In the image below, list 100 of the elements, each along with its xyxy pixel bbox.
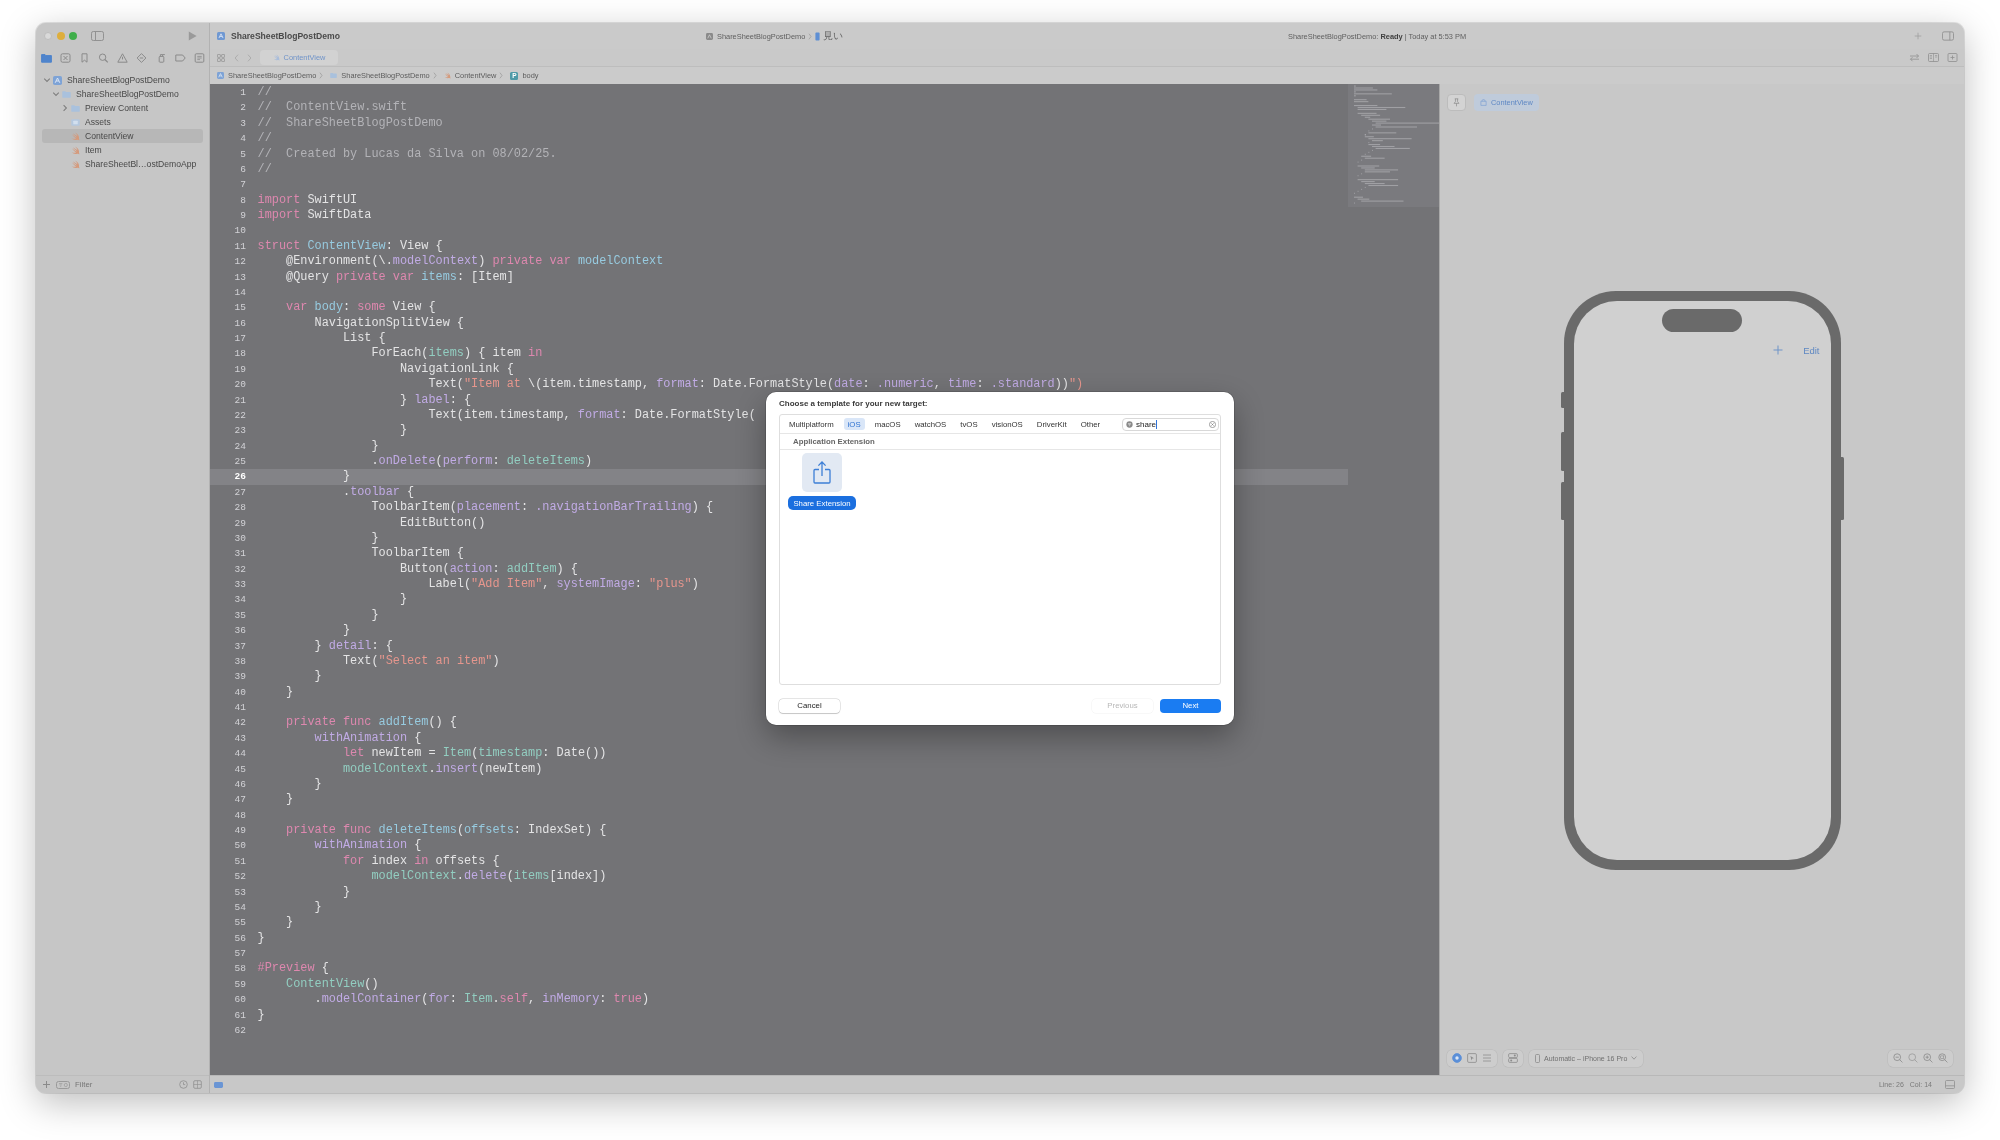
line-number: 36: [233, 624, 246, 639]
zoom-button[interactable]: [69, 32, 78, 40]
line-number: 11: [233, 239, 246, 254]
code-line: }: [257, 930, 265, 946]
code-line: private func deleteItems(offsets: IndexSet) {: [286, 823, 607, 839]
chevron-left-icon[interactable]: [234, 53, 239, 62]
line-number: 7: [239, 178, 246, 193]
minimize-button[interactable]: [56, 32, 65, 40]
code-line: Text("Item at \(item.timestamp, format: Date.FormatStyle(date: .numeric, time: .standard))"): [428, 377, 1084, 393]
line-number: 61: [233, 1008, 246, 1023]
line-number: 40: [233, 685, 246, 700]
disclosure-chevron-icon[interactable]: [43, 76, 51, 84]
tree-item[interactable]: Assets: [42, 115, 203, 129]
tree-item[interactable]: ShareSheetBlogPostDemo: [42, 73, 203, 87]
search-field[interactable]: share: [1122, 417, 1219, 431]
line-number: 18: [233, 347, 246, 362]
line-number: 3: [239, 116, 246, 131]
grid-square-icon[interactable]: [193, 1080, 202, 1089]
destination-button[interactable]: 見い: [815, 29, 844, 43]
line-number: 53: [233, 885, 246, 900]
code-line: modelContext.delete(items[index]): [371, 869, 607, 885]
code-line: }: [314, 776, 322, 793]
sidebar-icon[interactable]: [91, 31, 105, 41]
line-number: 58: [233, 962, 246, 977]
code-line: }: [371, 607, 379, 624]
code-line: //: [257, 85, 272, 101]
line-number: 54: [233, 900, 246, 915]
cursor-square-icon[interactable]: [1467, 1053, 1477, 1063]
code-line: withAnimation {: [314, 730, 422, 747]
pin-button[interactable]: [1447, 93, 1466, 111]
line-number: 33: [233, 578, 246, 592]
tree-item[interactable]: Preview Content: [42, 101, 203, 115]
tree-item[interactable]: ShareSheetBl…ostDemoApp: [42, 157, 203, 171]
code-line: ToolbarItem(placement: .navigationBarTrailing) {: [371, 500, 714, 516]
zoom-out-icon[interactable]: [1893, 1053, 1903, 1063]
code-line: }: [286, 684, 294, 700]
line-number: 49: [233, 824, 246, 838]
chevron-right-icon[interactable]: [247, 53, 252, 62]
swap-arrows-icon[interactable]: [1909, 53, 1920, 62]
code-line: }: [314, 669, 322, 685]
magnifier-icon[interactable]: [1908, 1053, 1918, 1063]
line-number: 19: [233, 362, 246, 377]
plus-icon[interactable]: [42, 1080, 51, 1089]
line-number: 31: [233, 547, 246, 562]
code-line: }: [371, 530, 379, 547]
line-number: 24: [233, 439, 246, 454]
blueprint-icon: [53, 75, 62, 85]
code-line: // ContentView.swift: [257, 100, 408, 116]
tree-item[interactable]: ShareSheetBlogPostDemo: [42, 87, 203, 101]
plus-icon[interactable]: [1773, 345, 1784, 355]
zoom-in-icon[interactable]: [1923, 1053, 1933, 1063]
chevron-right-icon: [499, 72, 504, 79]
bag-icon: [1480, 98, 1487, 106]
line-number: 47: [233, 793, 246, 808]
line-number: 56: [233, 931, 246, 946]
line-number: 29: [233, 516, 246, 531]
bookmark-icon[interactable]: [78, 52, 90, 63]
clear-icon[interactable]: [1209, 420, 1216, 428]
split-columns-icon[interactable]: [1928, 53, 1939, 62]
sliders-icon[interactable]: [1508, 1053, 1518, 1063]
code-line: } detail: {: [314, 638, 393, 654]
phone-icon: [815, 31, 821, 41]
folder-icon: [62, 89, 71, 99]
tree-item[interactable]: ContentView: [42, 129, 203, 143]
warning-icon[interactable]: [117, 52, 129, 63]
code-line: let newItem = Item(timestamp: Date()): [343, 746, 607, 762]
panel-icon[interactable]: [1945, 1080, 1955, 1089]
code-line: ContentView(): [286, 976, 379, 993]
panel-icon[interactable]: [1942, 31, 1954, 41]
document-icon[interactable]: [194, 52, 205, 63]
line-number: 43: [233, 731, 246, 746]
diamond-icon[interactable]: [136, 52, 148, 63]
disclosure-chevron-icon[interactable]: [61, 104, 69, 112]
template-tile[interactable]: [802, 453, 842, 492]
code-line: } label: {: [399, 392, 472, 408]
lines-icon[interactable]: [1482, 1053, 1492, 1063]
line-number: 21: [233, 393, 246, 408]
line-number: 50: [233, 839, 246, 854]
folder-icon: [71, 103, 80, 113]
tag-icon[interactable]: [174, 52, 186, 63]
search-icon[interactable]: [98, 52, 110, 63]
plus-square-icon[interactable]: [1947, 53, 1958, 62]
line-number: 44: [233, 747, 246, 762]
dot-circle-icon[interactable]: [1452, 1053, 1462, 1063]
plus-icon[interactable]: [1914, 32, 1922, 40]
code-line: // Created by Lucas da Silva on 08/02/25.: [257, 146, 557, 162]
code-line: }: [371, 438, 379, 454]
tree-item[interactable]: Item: [42, 143, 203, 157]
x-square-icon[interactable]: [59, 52, 71, 63]
zoom-fit-icon[interactable]: [1938, 1053, 1948, 1063]
disclosure-chevron-icon[interactable]: [52, 90, 60, 98]
folder-icon[interactable]: [40, 52, 52, 63]
clock-icon[interactable]: [179, 1080, 188, 1089]
code-line: modelContext.insert(newItem): [343, 761, 543, 777]
capsule-icon[interactable]: [214, 1081, 223, 1088]
bird-icon: [443, 72, 451, 79]
close-button[interactable]: [44, 32, 52, 40]
code-line: private func addItem() {: [286, 715, 457, 731]
play-icon[interactable]: [188, 31, 197, 41]
grid-icon[interactable]: [217, 53, 225, 62]
